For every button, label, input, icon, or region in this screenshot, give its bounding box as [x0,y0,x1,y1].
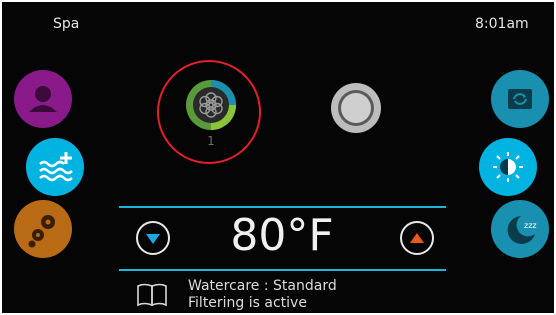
sleep-icon: zzz [507,216,537,244]
svg-text:zzz: zzz [524,221,537,230]
pump-icon [186,80,236,130]
header-time: 8:01am [475,16,529,32]
user-button[interactable] [14,70,72,128]
flip-screen-button[interactable] [491,70,549,128]
pump-button[interactable] [185,79,237,131]
temp-down-button[interactable] [135,220,171,256]
temp-bottom-divider [119,269,446,271]
status-filtering: Filtering is active [188,295,307,311]
arrow-down-icon [136,221,170,255]
water-heat-icon [39,152,73,182]
status-watercare: Watercare : Standard [188,278,337,294]
flip-screen-icon [508,89,532,109]
sleep-button[interactable]: zzz [491,200,549,258]
light-icon [331,83,381,133]
water-heat-button[interactable] [26,138,84,196]
spa-screen: Spa 8:01am zzz 1 80°F Watercare: Standa… [2,2,554,313]
settings-button[interactable] [14,200,72,258]
brightness-button[interactable] [479,138,537,196]
light-button[interactable] [330,82,382,134]
header-title: Spa [53,16,80,32]
book-icon [137,283,167,307]
gears-icon [28,215,55,248]
pump-number: 1 [207,134,215,148]
watercare-button[interactable] [134,280,170,308]
temp-up-button[interactable] [399,220,435,256]
arrow-up-icon [400,221,434,255]
temperature-value: 80°F [230,210,334,261]
user-icon [29,86,57,112]
temp-top-divider [119,206,446,208]
brightness-icon [493,152,523,182]
